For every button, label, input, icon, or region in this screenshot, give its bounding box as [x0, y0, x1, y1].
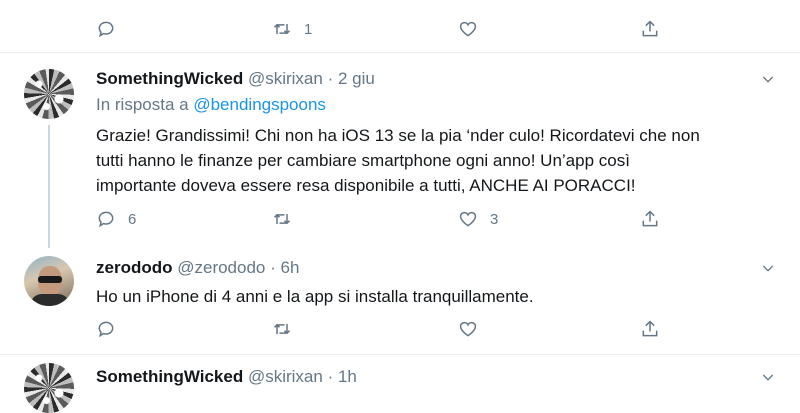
share-icon [642, 320, 658, 337]
avatar-shirt [30, 294, 70, 306]
retweet-icon [273, 213, 291, 225]
reply-context: In risposta a @bendingspoons [96, 95, 326, 115]
tweet-text-line: tutti hanno le finanze per cambiare smar… [96, 151, 630, 170]
tweet-text-line: Ho un iPhone di 4 anni e la app si insta… [96, 287, 534, 306]
tweet-time[interactable]: 2 giu [338, 69, 375, 88]
like-button[interactable] [458, 318, 478, 340]
user-name[interactable]: SomethingWicked [96, 367, 243, 386]
tweet-actions [96, 318, 676, 340]
user-name[interactable]: zerododo [96, 258, 173, 277]
heart-icon [459, 21, 477, 37]
avatar[interactable] [24, 256, 74, 306]
tweet-text: Ho un iPhone di 4 anni e la app si insta… [96, 284, 736, 309]
separator-dot: · [270, 258, 276, 277]
heart-icon [459, 211, 477, 227]
tweet-header: zerododo @zerododo · 6h [96, 258, 299, 278]
retweet-button[interactable] [272, 208, 292, 230]
heart-icon [459, 321, 477, 337]
tweet[interactable]: SomethingWicked @skirixan · 2 giu In ris… [0, 53, 800, 248]
chevron-down-icon[interactable] [760, 369, 776, 385]
tweet-text-line: Grazie! Grandissimi! Chi non ha iOS 13 s… [96, 126, 700, 145]
reply-mention-link[interactable]: @bendingspoons [193, 95, 326, 114]
like-button[interactable]: 3 [458, 208, 498, 230]
reply-icon [98, 21, 114, 38]
user-name[interactable]: SomethingWicked [96, 69, 243, 88]
chevron-down-icon[interactable] [760, 260, 776, 276]
tweet-time[interactable]: 6h [281, 258, 300, 277]
thread-line [48, 125, 50, 248]
chevron-down-icon[interactable] [760, 71, 776, 87]
avatar[interactable] [24, 69, 74, 119]
share-button[interactable] [640, 208, 660, 230]
reply-icon [98, 321, 114, 338]
reply-prefix: In risposta a [96, 95, 189, 114]
reply-button[interactable]: 6 [96, 208, 136, 230]
retweet-icon [273, 23, 291, 35]
tweet-actions: 1 [96, 18, 676, 40]
tweet-text: Grazie! Grandissimi! Chi non ha iOS 13 s… [96, 123, 736, 198]
share-button[interactable] [640, 18, 660, 40]
avatar-glasses [38, 276, 62, 283]
like-button[interactable] [458, 18, 478, 40]
tweet-time[interactable]: 1h [338, 367, 357, 386]
reply-count: 6 [128, 210, 137, 228]
tweet-actions: 6 3 [96, 208, 676, 230]
share-icon [642, 210, 658, 227]
reply-icon [98, 211, 114, 228]
user-handle[interactable]: @skirixan [248, 367, 323, 386]
separator-dot: · [327, 69, 334, 88]
reply-button[interactable] [96, 318, 116, 340]
user-handle[interactable]: @zerododo [177, 258, 265, 277]
like-count: 3 [490, 210, 499, 228]
separator-dot: · [327, 367, 334, 386]
retweet-icon [273, 323, 291, 335]
reply-button[interactable] [96, 18, 116, 40]
retweet-count: 1 [304, 20, 313, 38]
user-handle[interactable]: @skirixan [248, 69, 323, 88]
share-icon [642, 20, 658, 37]
tweet[interactable]: SomethingWicked @skirixan · 1h [0, 355, 800, 413]
retweet-button[interactable]: 1 [272, 18, 312, 40]
avatar[interactable] [24, 363, 74, 413]
tweet-header: SomethingWicked @skirixan · 1h [96, 367, 357, 387]
tweet-text-line: importante doveva essere resa disponibil… [96, 176, 636, 195]
share-button[interactable] [640, 318, 660, 340]
tweet[interactable]: zerododo @zerododo · 6h Ho un iPhone di … [0, 248, 800, 355]
tweet-header: SomethingWicked @skirixan · 2 giu [96, 69, 375, 89]
retweet-button[interactable] [272, 318, 292, 340]
tweet-top-partial: 1 [0, 0, 800, 53]
